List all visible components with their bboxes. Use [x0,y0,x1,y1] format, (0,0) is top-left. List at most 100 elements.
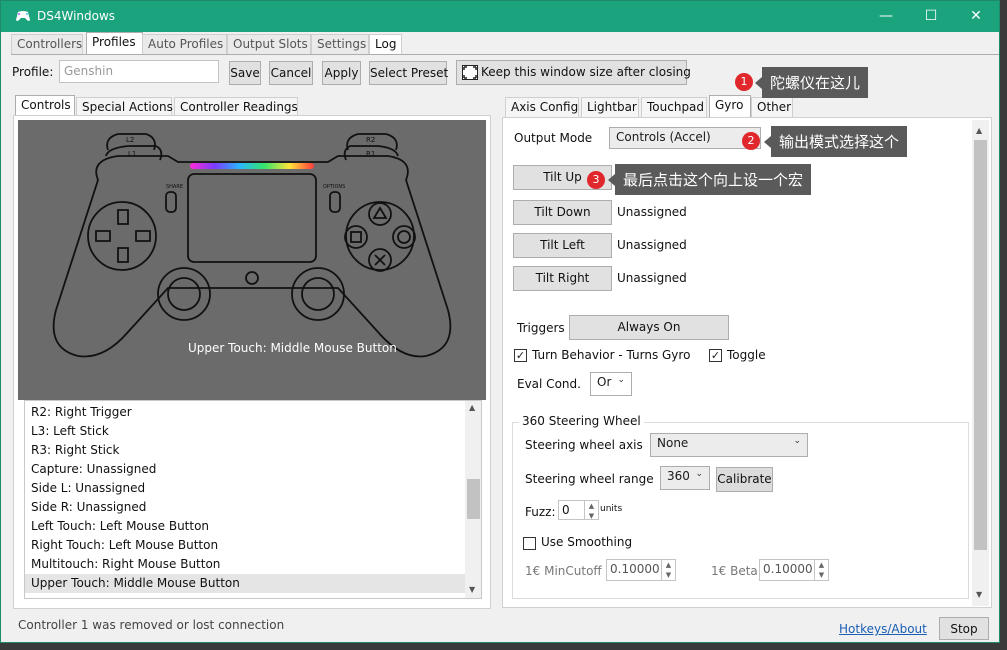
triggers-button[interactable]: Always On [569,315,729,340]
list-item[interactable]: R3: Right Stick [25,441,465,460]
scroll-up-icon[interactable]: ▲ [469,403,475,412]
tilt-right-button[interactable]: Tilt Right [513,266,612,291]
annotation-badge-3: 3 [587,171,605,189]
tab-output-slots[interactable]: Output Slots [227,34,311,54]
tilt-down-value: Unassigned [617,205,687,219]
list-item-selected[interactable]: Upper Touch: Middle Mouse Button [25,574,465,593]
mapping-list: R2: Right Trigger L3: Left Stick R3: Rig… [24,400,482,599]
tab-auto-profiles[interactable]: Auto Profiles [142,34,227,54]
calibrate-button[interactable]: Calibrate [716,467,773,492]
list-item[interactable]: Side R: Unassigned [25,498,465,517]
fuzz-stepper[interactable]: 0 ▲ ▼ [558,500,599,520]
steering-axis-label: Steering wheel axis [525,438,643,452]
turn-behavior-label: Turn Behavior - Turns Gyro [532,348,691,362]
gamepad-app-icon [16,11,30,21]
tab-touchpad[interactable]: Touchpad [641,97,707,117]
annotation-3: 最后点击这个向上设一个宏 [607,164,812,195]
controls-panel: L2 L1 R2 R1 SHARE OPTIONS Upper Touch: M… [13,115,491,609]
tab-axis-config[interactable]: Axis Config [505,97,579,117]
steering-axis-select[interactable]: None ⌄ [650,433,808,457]
steering-group-title: 360 Steering Wheel [519,414,644,428]
list-item[interactable]: Multitouch: Right Mouse Button [25,555,465,574]
steering-axis-value: None [657,436,689,450]
chevron-down-icon: ⌄ [695,469,703,479]
stop-button[interactable]: Stop [939,617,989,640]
annotation-2: 输出模式选择这个 [763,126,908,157]
keep-window-size-label: Keep this window size after closing [481,65,691,79]
annotation-badge-1: 1 [735,73,753,91]
ds4-controller-image: L2 L1 R2 R1 SHARE OPTIONS [52,133,452,358]
mincutoff-label: 1€ MinCutoff [525,564,602,578]
use-smoothing-checkbox[interactable] [523,537,536,550]
list-item[interactable]: Right Touch: Left Mouse Button [25,536,465,555]
l2-label: L2 [126,136,134,144]
tilt-left-value: Unassigned [617,238,687,252]
list-item[interactable]: Capture: Unassigned [25,460,465,479]
select-preset-button[interactable]: Select Preset [369,61,448,85]
stepper-arrows-icon[interactable]: ▲ ▼ [584,501,598,520]
gyro-scrollbar[interactable]: ▲ ▼ [972,120,989,606]
controller-image-area: L2 L1 R2 R1 SHARE OPTIONS Upper Touch: M… [18,120,486,400]
resize-icon [462,65,478,80]
keep-window-size-button[interactable]: Keep this window size after closing [456,60,691,85]
toggle-checkbox[interactable]: ✓ [709,349,722,362]
triggers-label: Triggers [517,321,565,335]
eval-cond-select[interactable]: Or ⌄ [590,372,632,396]
beta-stepper[interactable]: 0.10000 ▲ ▼ [759,559,829,581]
fuzz-value: 0 [562,503,570,517]
l1-label: L1 [128,150,136,158]
steering-range-select[interactable]: 360 ⌄ [660,466,710,490]
r2-label: R2 [366,136,375,144]
minimize-button[interactable]: — [863,1,909,32]
profile-name-input[interactable]: Genshin [59,60,219,83]
list-item[interactable]: Side L: Unassigned [25,479,465,498]
hotkeys-about-link[interactable]: Hotkeys/About [839,622,927,636]
toggle-label: Toggle [727,348,766,362]
scroll-down-icon[interactable]: ▼ [976,590,982,599]
scrollbar-thumb[interactable] [974,140,987,550]
r1-label: R1 [366,150,375,158]
stepper-arrows-icon[interactable]: ▲ ▼ [661,560,675,580]
share-label: SHARE [166,184,183,190]
window-title: DS4Windows [37,9,116,23]
annotation-badge-2: 2 [742,132,760,150]
mincutoff-stepper[interactable]: 0.10000 ▲ ▼ [606,559,676,581]
chevron-down-icon: ⌄ [793,436,801,446]
tab-controller-readings[interactable]: Controller Readings [174,97,298,117]
stepper-arrows-icon[interactable]: ▲ ▼ [814,560,828,580]
beta-label: 1€ Beta [711,564,758,578]
maximize-button[interactable]: ☐ [908,1,954,32]
cancel-button[interactable]: Cancel [269,61,313,85]
tab-settings[interactable]: Settings [311,34,369,54]
tab-log[interactable]: Log [369,34,402,54]
list-item[interactable]: L3: Left Stick [25,422,465,441]
profile-label: Profile: [12,65,54,79]
tab-gyro[interactable]: Gyro [709,95,751,117]
tilt-down-button[interactable]: Tilt Down [513,200,612,225]
list-scrollbar[interactable]: ▲ ▼ [465,401,481,598]
tab-controls[interactable]: Controls [15,95,75,115]
tab-special-actions[interactable]: Special Actions [76,97,173,117]
tab-divider [11,54,999,55]
tab-lightbar[interactable]: Lightbar [581,97,639,117]
options-label: OPTIONS [323,184,345,190]
list-item[interactable]: Left Touch: Left Mouse Button [25,517,465,536]
close-button[interactable]: ✕ [953,1,999,32]
fuzz-unit: units [600,504,623,514]
chevron-down-icon: ⌄ [617,375,625,385]
scroll-down-icon[interactable]: ▼ [469,585,475,594]
scrollbar-thumb[interactable] [467,479,480,519]
save-button[interactable]: Save [229,61,261,85]
output-mode-select[interactable]: Controls (Accel) [609,127,761,149]
apply-button[interactable]: Apply [322,61,361,85]
use-smoothing-label: Use Smoothing [541,535,633,549]
scroll-up-icon[interactable]: ▲ [976,126,982,135]
turn-behavior-checkbox[interactable]: ✓ [514,349,527,362]
controller-hover-text: Upper Touch: Middle Mouse Button [188,341,397,355]
tab-profiles[interactable]: Profiles [86,32,143,54]
tab-other[interactable]: Other [751,97,793,117]
tab-controllers[interactable]: Controllers [11,34,83,54]
list-item[interactable]: R2: Right Trigger [25,403,465,422]
tilt-left-button[interactable]: Tilt Left [513,233,612,258]
title-bar: DS4Windows — ☐ ✕ [1,1,999,32]
